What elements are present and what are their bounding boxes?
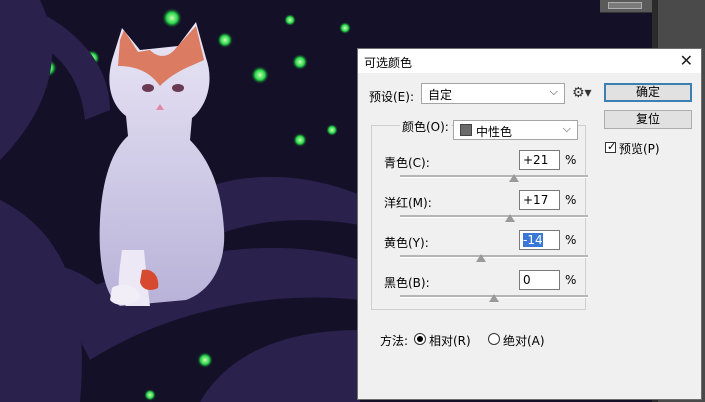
absolute-label: 绝对(A) [503, 334, 545, 348]
checkmark-icon: ✓ [607, 140, 617, 153]
yellow-input[interactable]: -14 [519, 230, 560, 250]
preview-checkbox[interactable]: ✓ [605, 140, 617, 153]
preset-value: 自定 [428, 88, 453, 102]
color-adjust-group: 颜色(O): 中性色 ⌵ 青色(C): +21 % 洋红(M): +17 % 黄… [371, 118, 588, 310]
cat-figure [99, 22, 225, 306]
black-input[interactable]: 0 [519, 270, 560, 290]
gear-icon[interactable]: ⚙▾ [572, 85, 592, 101]
magenta-track[interactable] [400, 215, 588, 218]
ok-button[interactable]: 确定 [604, 83, 692, 102]
cyan-percent: % [565, 153, 577, 167]
black-thumb[interactable] [489, 294, 499, 302]
color-value: 中性色 [476, 125, 513, 139]
preset-select[interactable]: 自定 ⌵ [421, 83, 565, 104]
yellow-track[interactable] [400, 255, 588, 258]
color-label: 颜色(O): [400, 118, 451, 135]
relative-radio[interactable] [414, 333, 426, 345]
color-swatch [460, 124, 472, 136]
yellow-percent: % [565, 233, 577, 247]
yellow-thumb[interactable] [475, 254, 486, 262]
preset-label: 预设(E): [369, 90, 414, 104]
canvas-topbar [600, 0, 652, 13]
magenta-input[interactable]: +17 [519, 190, 560, 210]
black-percent: % [565, 273, 577, 287]
cyan-thumb[interactable] [508, 174, 519, 182]
selective-color-dialog: 可选颜色 ✕ 预设(E): 自定 ⌵ ⚙▾ 确定 复位 ✓ 预览(P) 颜色(O… [357, 48, 702, 400]
radio-dot [417, 336, 423, 342]
method-label: 方法: [380, 334, 409, 348]
chevron-down-icon: ⌵ [562, 122, 571, 135]
yellow-label: 黄色(Y): [384, 236, 429, 250]
preview-label: 预览(P) [619, 142, 660, 156]
relative-label: 相对(R) [429, 334, 471, 348]
close-icon[interactable]: ✕ [680, 51, 693, 70]
cyan-input[interactable]: +21 [519, 150, 560, 170]
topbar-control[interactable] [608, 2, 642, 9]
magenta-percent: % [565, 193, 577, 207]
reset-button[interactable]: 复位 [604, 110, 692, 129]
black-label: 黑色(B): [384, 276, 430, 290]
cyan-track[interactable] [400, 175, 588, 178]
color-select[interactable]: 中性色 ⌵ [453, 120, 578, 140]
absolute-radio[interactable] [488, 333, 500, 345]
dialog-title: 可选颜色 [364, 56, 413, 70]
chevron-down-icon: ⌵ [549, 85, 558, 98]
cyan-label: 青色(C): [384, 156, 430, 170]
magenta-thumb[interactable] [504, 214, 515, 222]
magenta-label: 洋红(M): [384, 196, 432, 210]
dialog-titlebar[interactable]: 可选颜色 ✕ [358, 49, 701, 73]
